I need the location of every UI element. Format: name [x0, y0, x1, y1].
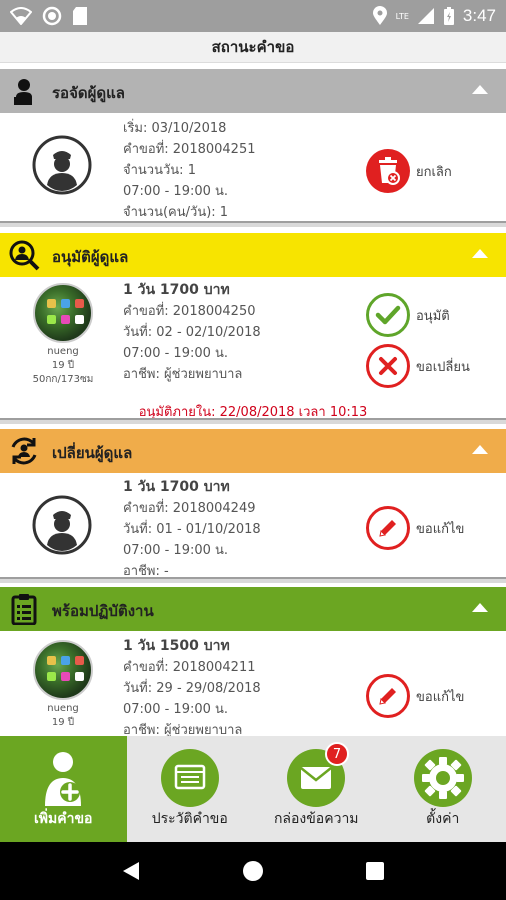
- page-title: สถานะคำขอ: [211, 38, 295, 56]
- signal-icon: [417, 8, 434, 24]
- nurse-avatar-icon: [32, 135, 92, 195]
- section-title-ready: พร้อมปฏิบัติงาน: [52, 602, 154, 620]
- section-header-approve[interactable]: อนุมัติผู้ดูแล: [0, 233, 506, 277]
- approve-request-info: 1 วัน 1700 บาท คำขอที่: 2018004250 วันที…: [123, 280, 373, 385]
- pending-request-info: เริ่ม: 03/10/2018 คำขอที่: 2018004251 จำ…: [123, 118, 373, 223]
- section-header-change[interactable]: เปลี่ยนผู้ดูแล: [0, 429, 506, 473]
- days-count-text: จำนวนวัน: 1: [123, 163, 196, 178]
- cancel-request-button[interactable]: ยกเลิก: [366, 149, 452, 193]
- approve-button[interactable]: อนุมัติ: [366, 293, 450, 337]
- section-title-pending: รอจัดผู้ดูแล: [52, 84, 125, 102]
- divider: [0, 221, 506, 227]
- nav-label: ตั้งค่า: [426, 811, 460, 827]
- date-range-text: วันที่: 02 - 02/10/2018: [123, 325, 261, 340]
- request-no-text: คำขอที่: 2018004211: [123, 660, 256, 675]
- unread-badge: 7: [325, 742, 349, 766]
- caregiver-age: 19 ปี: [51, 360, 75, 371]
- nav-label: ประวัติคำขอ: [151, 811, 228, 827]
- gear-icon: [413, 749, 472, 807]
- sdcard-icon: [73, 7, 87, 25]
- time-range-text: 07:00 - 19:00 น.: [123, 543, 229, 558]
- nav-label: เพิ่มคำขอ: [34, 811, 93, 827]
- system-nav-bar: [0, 842, 506, 900]
- section-title-approve: อนุมัติผู้ดูแล: [52, 248, 129, 266]
- change-request-info: 1 วัน 1700 บาท คำขอที่: 2018004249 วันที…: [123, 477, 373, 582]
- time-range-text: 07:00 - 19:00 น.: [123, 184, 229, 199]
- swap-person-icon: [11, 437, 37, 465]
- section-title-change: เปลี่ยนผู้ดูแล: [52, 444, 133, 462]
- nav-request-history[interactable]: ประวัติคำขอ: [127, 736, 254, 842]
- caregiver-body: 50กก/173ซม: [32, 374, 94, 385]
- pencil-icon: [379, 688, 396, 705]
- search-person-icon: [9, 240, 40, 271]
- wifi-icon: [10, 7, 32, 25]
- chevron-up-icon[interactable]: [472, 249, 488, 258]
- request-status-list[interactable]: รอจัดผู้ดูแล เริ่ม: 03/10/2018 คำขอที่: …: [0, 63, 506, 736]
- caregiver-meta: nueng 19 ปี 50กก/173ซม: [22, 345, 104, 387]
- caregiver-photo[interactable]: [33, 640, 93, 700]
- section-header-pending[interactable]: รอจัดผู้ดูแล: [0, 69, 506, 113]
- price-text: 1 วัน 1700 บาท: [123, 479, 230, 495]
- price-text: 1 วัน 1700 บาท: [123, 282, 230, 298]
- home-icon[interactable]: [242, 860, 264, 882]
- check-icon: [375, 305, 401, 325]
- nav-label: กล่องข้อความ: [273, 811, 359, 827]
- app-screen: LTE 3:47 สถานะคำขอ รอจัดผู้ดูแล เริ่ม: 0…: [0, 0, 506, 900]
- edit-request-button[interactable]: ขอแก้ไข: [366, 674, 464, 718]
- date-range-text: วันที่: 01 - 01/10/2018: [123, 522, 261, 537]
- x-icon: [379, 357, 397, 375]
- approve-label: อนุมัติ: [416, 308, 450, 324]
- network-type-label: LTE: [395, 11, 409, 21]
- caregiver-name: nueng: [47, 346, 79, 357]
- request-no-text: คำขอที่: 2018004250: [123, 304, 256, 319]
- request-no-text: คำขอที่: 2018004251: [123, 142, 256, 157]
- occupation-text: อาชีพ: ผู้ช่วยพยาบาล: [123, 723, 243, 736]
- time-range-text: 07:00 - 19:00 น.: [123, 346, 229, 361]
- chevron-up-icon[interactable]: [472, 445, 488, 454]
- clock: 3:47: [462, 6, 496, 25]
- time-range-text: 07:00 - 19:00 น.: [123, 702, 229, 717]
- nav-add-request[interactable]: เพิ่มคำขอ: [0, 736, 127, 842]
- nav-inbox[interactable]: 7 กล่องข้อความ: [253, 736, 380, 842]
- caregiver-person-icon: [14, 79, 32, 105]
- cancel-label: ยกเลิก: [416, 164, 452, 180]
- chevron-up-icon[interactable]: [472, 85, 488, 94]
- ready-request-info: 1 วัน 1500 บาท คำขอที่: 2018004211 วันที…: [123, 636, 373, 736]
- divider: [0, 577, 506, 583]
- edit-request-button[interactable]: ขอแก้ไข: [366, 506, 464, 550]
- trash-cancel-icon: [379, 157, 400, 185]
- nurse-avatar-icon: [32, 495, 92, 555]
- history-folder-icon: [160, 749, 219, 807]
- occupation-text: อาชีพ: ผู้ช่วยพยาบาล: [123, 367, 243, 382]
- caregiver-photo[interactable]: [33, 283, 93, 343]
- bottom-nav: เพิ่มคำขอ ประวัติคำขอ 7 กล่องข้อความ ตั้…: [0, 736, 506, 842]
- edit-label: ขอแก้ไข: [416, 689, 465, 705]
- status-bar: LTE 3:47: [0, 0, 506, 32]
- people-per-day-text: จำนวน(คน/วัน): 1: [123, 205, 229, 220]
- record-icon: [42, 6, 62, 26]
- start-date-text: เริ่ม: 03/10/2018: [123, 121, 227, 136]
- back-icon[interactable]: [121, 860, 141, 882]
- nav-settings[interactable]: ตั้งค่า: [380, 736, 506, 842]
- divider: [0, 418, 506, 424]
- date-range-text: วันที่: 29 - 29/08/2018: [123, 681, 261, 696]
- price-text: 1 วัน 1500 บาท: [123, 638, 230, 654]
- chevron-up-icon[interactable]: [472, 603, 488, 612]
- request-no-text: คำขอที่: 2018004249: [123, 501, 256, 516]
- request-change-label: ขอเปลี่ยน: [416, 359, 470, 375]
- caregiver-meta: nueng 19 ปี: [22, 702, 104, 730]
- section-header-ready[interactable]: พร้อมปฏิบัติงาน: [0, 587, 506, 631]
- location-icon: [372, 6, 387, 25]
- title-bar: สถานะคำขอ: [0, 32, 506, 63]
- caregiver-age: 19 ปี: [51, 717, 75, 728]
- add-person-icon: [45, 752, 82, 806]
- caregiver-name: nueng: [47, 703, 79, 714]
- request-change-button[interactable]: ขอเปลี่ยน: [366, 344, 470, 388]
- clipboard-list-icon: [11, 594, 37, 625]
- pencil-icon: [379, 520, 396, 537]
- edit-label: ขอแก้ไข: [416, 521, 465, 537]
- recents-icon[interactable]: [365, 861, 385, 881]
- battery-icon: [443, 7, 454, 25]
